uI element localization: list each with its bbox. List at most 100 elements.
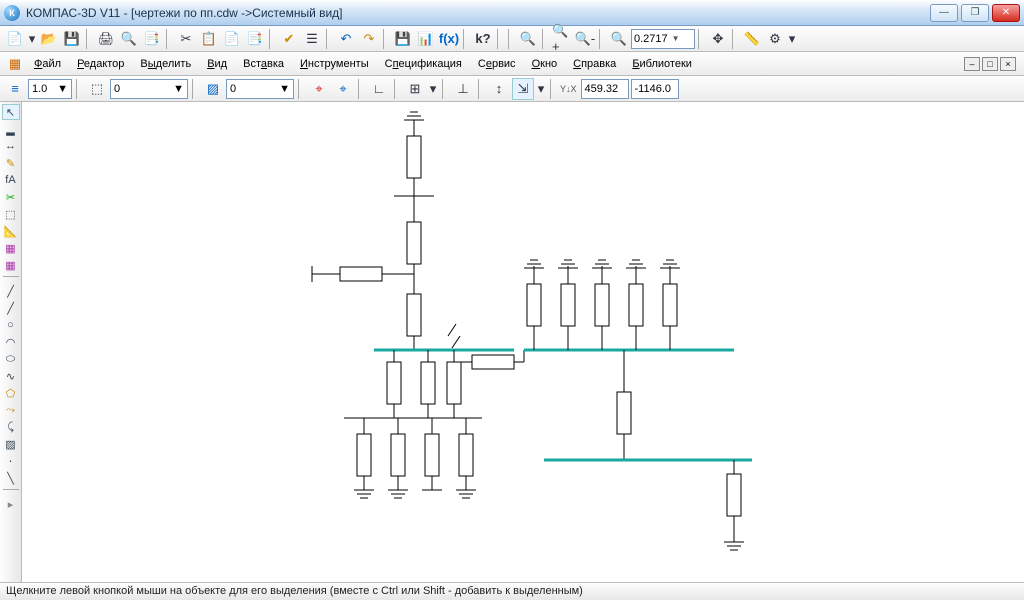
geom-circle-icon[interactable]: ○: [2, 317, 20, 333]
side-toolbar: ↖ ▂ ↔ ✎ fA ✂ ⬚ 📐 ▦ ▦ ╱ ╱ ○ ◠ ⬭ ∿ ⬠ ⤳ ⤹ ▨…: [0, 102, 22, 582]
scale-input[interactable]: 1.0▼: [28, 79, 72, 99]
axis-icon[interactable]: ⊥: [452, 78, 474, 100]
geom-line-icon[interactable]: ╱: [2, 283, 20, 299]
menu-file[interactable]: Файл: [26, 55, 69, 73]
brush-icon[interactable]: ✔: [278, 28, 300, 50]
mdi-minimize[interactable]: –: [964, 57, 980, 71]
select-tool-icon[interactable]: ↖: [2, 104, 20, 120]
linetype-icon[interactable]: ⬚: [86, 78, 108, 100]
status-bar: Щелкните левой кнопкой мыши на объекте д…: [0, 582, 1024, 600]
dim-icon[interactable]: ↕: [488, 78, 510, 100]
zoom-input[interactable]: 0.2717▼: [631, 29, 695, 49]
menu-window[interactable]: Окно: [524, 55, 566, 73]
xy-label: Y↓X: [560, 84, 577, 94]
coord-x-input[interactable]: 459.32: [581, 79, 629, 99]
coord-y-input[interactable]: -1146.0: [631, 79, 679, 99]
open-icon[interactable]: 📂: [38, 28, 60, 50]
geom-bezier-icon[interactable]: ⤹: [2, 419, 20, 435]
geom-poly-icon[interactable]: ⬠: [2, 385, 20, 401]
dim-tool-icon[interactable]: ↔: [2, 138, 20, 154]
drawing-canvas[interactable]: [22, 102, 1024, 582]
undo-icon[interactable]: ↶: [335, 28, 357, 50]
zoom-fit-icon[interactable]: 🔍: [517, 28, 539, 50]
snap1-icon[interactable]: ⌖: [308, 78, 330, 100]
geom-fill-icon[interactable]: ▨: [2, 436, 20, 452]
window-title: КОМПАС-3D V11 - [чертежи по пп.cdw ->Сис…: [26, 6, 930, 20]
new-doc-icon[interactable]: 📄: [4, 28, 26, 50]
config-icon[interactable]: ⚙: [764, 28, 786, 50]
menu-select[interactable]: Выделить: [132, 55, 199, 73]
geom-arc-icon[interactable]: ◠: [2, 334, 20, 350]
geom-ellipse-icon[interactable]: ⬭: [2, 351, 20, 367]
menu-spec[interactable]: Спецификация: [377, 55, 470, 73]
calc-icon[interactable]: 📊: [415, 28, 437, 50]
zoom-in-icon[interactable]: 🔍+: [551, 28, 573, 50]
app-icon: К: [4, 5, 20, 21]
geom-point-icon[interactable]: ⋅: [2, 453, 20, 469]
linetype-input[interactable]: 0▼: [110, 79, 188, 99]
paste2-icon[interactable]: 📑: [244, 28, 266, 50]
hatch-icon[interactable]: ▨: [202, 78, 224, 100]
redo-icon[interactable]: ↷: [358, 28, 380, 50]
mdi-maximize[interactable]: □: [982, 57, 998, 71]
dim2-icon[interactable]: ⇲: [512, 78, 534, 100]
text-tool-icon[interactable]: ✎: [2, 155, 20, 171]
save-icon[interactable]: 💾: [61, 28, 83, 50]
new-dropdown-icon[interactable]: ▾: [27, 28, 37, 50]
menu-help[interactable]: Справка: [565, 55, 624, 73]
ruler-icon[interactable]: 📏: [741, 28, 763, 50]
dim-drop-icon[interactable]: ▾: [536, 78, 546, 100]
menu-view[interactable]: Вид: [199, 55, 235, 73]
help-icon[interactable]: k?: [472, 28, 494, 50]
title-bar: К КОМПАС-3D V11 - [чертежи по пп.cdw ->С…: [0, 0, 1024, 26]
maximize-button[interactable]: ❐: [961, 4, 989, 22]
menu-editor[interactable]: Редактор: [69, 55, 132, 73]
menu-bar: ▦ Файл Редактор Выделить Вид Вставка Инс…: [0, 52, 1024, 76]
main-toolbar: 📄 ▾ 📂 💾 🖨 🔍 📑 ✂ 📋 📄 📑 ✔ ☰ ↶ ↷ 💾 📊 f(x) k…: [0, 26, 1024, 52]
format-icon[interactable]: ☰: [301, 28, 323, 50]
expand-icon[interactable]: ▸: [2, 496, 20, 512]
hatch-input[interactable]: 0▼: [226, 79, 294, 99]
properties-toolbar: ≡ 1.0▼ ⬚ 0▼ ▨ 0▼ ⌖ ⌖ ∟ ⊞ ▾ ⊥ ↕ ⇲ ▾ Y↓X 4…: [0, 76, 1024, 102]
menu-service[interactable]: Сервис: [470, 55, 524, 73]
geom-spline-icon[interactable]: ∿: [2, 368, 20, 384]
grid-icon[interactable]: ⊞: [404, 78, 426, 100]
preview-icon[interactable]: 🔍: [118, 28, 140, 50]
mdi-close[interactable]: ×: [1000, 57, 1016, 71]
spec2-tool-icon[interactable]: ▦: [2, 257, 20, 273]
layer-icon[interactable]: ≡: [4, 78, 26, 100]
geom-rect-icon[interactable]: ╱: [2, 300, 20, 316]
grid-drop-icon[interactable]: ▾: [428, 78, 438, 100]
menu-tools[interactable]: Инструменты: [292, 55, 377, 73]
menu-libs[interactable]: Библиотеки: [624, 55, 700, 73]
mdi-buttons: – □ ×: [964, 57, 1020, 71]
spec1-tool-icon[interactable]: ▦: [2, 240, 20, 256]
symbol-tool-icon[interactable]: fA: [2, 172, 20, 188]
paste-icon[interactable]: 📄: [221, 28, 243, 50]
line-tool-icon[interactable]: ▂: [2, 121, 20, 137]
save-blue-icon[interactable]: 💾: [392, 28, 414, 50]
fx-icon[interactable]: f(x): [438, 28, 460, 50]
geom-aux-icon[interactable]: ╲: [2, 470, 20, 486]
zoom-value: 0.2717: [634, 33, 668, 45]
param-tool-icon[interactable]: ⬚: [2, 206, 20, 222]
window-buttons: — ❐ ✕: [930, 4, 1020, 22]
ortho-icon[interactable]: ∟: [368, 78, 390, 100]
status-text: Щелкните левой кнопкой мыши на объекте д…: [6, 585, 583, 597]
print-icon[interactable]: 🖨: [95, 28, 117, 50]
menu-doc-icon[interactable]: ▦: [4, 53, 26, 75]
geom-cont-icon[interactable]: ⤳: [2, 402, 20, 418]
pan-icon[interactable]: ✥: [707, 28, 729, 50]
cut-icon[interactable]: ✂: [175, 28, 197, 50]
menu-insert[interactable]: Вставка: [235, 55, 292, 73]
copy-icon[interactable]: 📋: [198, 28, 220, 50]
measure-tool-icon[interactable]: 📐: [2, 223, 20, 239]
minimize-button[interactable]: —: [930, 4, 958, 22]
edit-tool-icon[interactable]: ✂: [2, 189, 20, 205]
snap2-icon[interactable]: ⌖: [332, 78, 354, 100]
doc-icon[interactable]: 📑: [141, 28, 163, 50]
zoom-window-icon[interactable]: 🔍: [608, 28, 630, 50]
zoom-out-icon[interactable]: 🔍-: [574, 28, 596, 50]
config-dropdown-icon[interactable]: ▾: [787, 28, 797, 50]
close-button[interactable]: ✕: [992, 4, 1020, 22]
